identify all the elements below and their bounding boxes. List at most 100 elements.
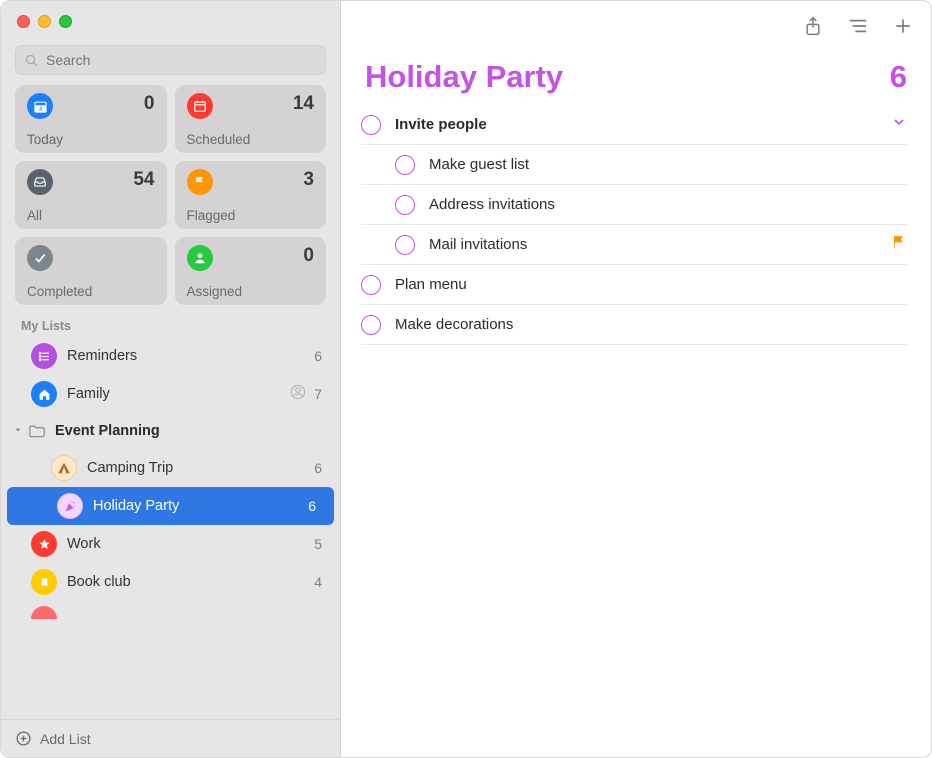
smart-card-scheduled-label: Scheduled	[187, 132, 315, 147]
bookmark-icon	[31, 569, 57, 595]
close-window-button[interactable]	[17, 15, 30, 28]
sidebar-item-label: Camping Trip	[87, 460, 314, 476]
app-window: 3 0 Today 14 Scheduled	[0, 0, 932, 758]
shared-icon	[290, 384, 306, 404]
sidebar: 3 0 Today 14 Scheduled	[1, 1, 341, 757]
reminder-row[interactable]: Make decorations	[361, 305, 907, 345]
house-icon	[31, 381, 57, 407]
checkmark-icon	[27, 245, 53, 271]
complete-toggle[interactable]	[395, 195, 415, 215]
smart-list-cards: 3 0 Today 14 Scheduled	[1, 85, 340, 305]
window-controls	[1, 1, 340, 39]
tent-icon	[51, 455, 77, 481]
sidebar-item-partial	[1, 601, 340, 619]
smart-card-flagged[interactable]: 3 Flagged	[175, 161, 327, 229]
smart-card-assigned-label: Assigned	[187, 284, 315, 299]
smart-card-assigned[interactable]: 0 Assigned	[175, 237, 327, 305]
share-button[interactable]	[803, 15, 823, 37]
complete-toggle[interactable]	[361, 275, 381, 295]
list-bullet-icon	[31, 343, 57, 369]
chevron-down-icon[interactable]	[891, 114, 907, 135]
sidebar-item-label: Reminders	[67, 348, 314, 364]
reminder-row[interactable]: Mail invitations	[361, 225, 907, 265]
sidebar-item-label: Work	[67, 536, 314, 552]
main-panel: Holiday Party 6 Invite people Make guest…	[341, 1, 931, 757]
plus-icon	[893, 16, 913, 36]
lists-area: Reminders 6 Family 7 E	[1, 337, 340, 719]
smart-card-scheduled[interactable]: 14 Scheduled	[175, 85, 327, 153]
list-header: Holiday Party 6	[341, 51, 931, 99]
sidebar-item-count: 6	[314, 348, 322, 364]
smart-card-flagged-label: Flagged	[187, 208, 315, 223]
sidebar-item-count: 4	[314, 574, 322, 590]
reminder-row[interactable]: Plan menu	[361, 265, 907, 305]
sidebar-item-count: 6	[308, 498, 316, 514]
reminder-title: Make guest list	[429, 156, 907, 173]
smart-card-flagged-count: 3	[303, 169, 314, 191]
sidebar-item-count: 5	[314, 536, 322, 552]
sidebar-item-count: 7	[314, 386, 322, 402]
sidebar-item-book-club[interactable]: Book club 4	[1, 563, 340, 601]
complete-toggle[interactable]	[361, 115, 381, 135]
toolbar	[341, 1, 931, 51]
smart-card-all-label: All	[27, 208, 155, 223]
smart-card-completed[interactable]: Completed	[15, 237, 167, 305]
sidebar-item-count: 6	[314, 460, 322, 476]
calendar-icon	[187, 93, 213, 119]
list-title: Holiday Party	[365, 59, 563, 95]
sidebar-item-holiday-party[interactable]: Holiday Party 6	[7, 487, 334, 525]
flag-icon	[187, 169, 213, 195]
reminder-title: Address invitations	[429, 196, 907, 213]
sidebar-item-family[interactable]: Family 7	[1, 375, 340, 413]
reminder-row[interactable]: Address invitations	[361, 185, 907, 225]
add-list-button[interactable]: Add List	[1, 719, 340, 757]
flag-icon	[891, 234, 907, 255]
smart-card-all[interactable]: 54 All	[15, 161, 167, 229]
reminder-row[interactable]: Make guest list	[361, 145, 907, 185]
minimize-window-button[interactable]	[38, 15, 51, 28]
add-list-label: Add List	[40, 731, 91, 747]
search-icon	[24, 53, 39, 68]
search-input[interactable]	[44, 51, 317, 69]
list-lines-icon	[847, 17, 869, 35]
reminder-row[interactable]: Invite people	[361, 105, 907, 145]
search-field[interactable]	[15, 45, 326, 75]
party-popper-icon	[57, 493, 83, 519]
fullscreen-window-button[interactable]	[59, 15, 72, 28]
complete-toggle[interactable]	[395, 235, 415, 255]
reminders-list: Invite people Make guest list Address in…	[341, 99, 931, 345]
add-reminder-button[interactable]	[893, 16, 913, 36]
smart-card-assigned-count: 0	[303, 245, 314, 267]
person-icon	[187, 245, 213, 271]
smart-card-today-label: Today	[27, 132, 155, 147]
smart-card-scheduled-count: 14	[293, 93, 314, 115]
smart-card-today[interactable]: 3 0 Today	[15, 85, 167, 153]
sidebar-item-label: Family	[67, 386, 290, 402]
sidebar-item-label: Book club	[67, 574, 314, 590]
sidebar-group-event-planning[interactable]: Event Planning	[1, 413, 340, 449]
smart-card-today-count: 0	[144, 93, 155, 115]
list-icon	[31, 606, 57, 619]
reminder-title: Plan menu	[395, 276, 907, 293]
list-count: 6	[890, 59, 907, 95]
smart-card-all-count: 54	[133, 169, 154, 191]
reminder-title: Make decorations	[395, 316, 907, 333]
folder-icon	[27, 423, 47, 439]
section-my-lists: My Lists	[1, 305, 340, 337]
svg-text:3: 3	[38, 106, 41, 112]
smart-card-completed-label: Completed	[27, 284, 155, 299]
view-options-button[interactable]	[847, 17, 869, 35]
share-icon	[803, 15, 823, 37]
sidebar-group-label: Event Planning	[55, 423, 160, 439]
sidebar-item-work[interactable]: Work 5	[1, 525, 340, 563]
plus-circle-icon	[15, 730, 32, 747]
reminder-title: Invite people	[395, 116, 891, 133]
complete-toggle[interactable]	[395, 155, 415, 175]
sidebar-item-camping-trip[interactable]: Camping Trip 6	[1, 449, 340, 487]
reminder-title: Mail invitations	[429, 236, 891, 253]
chevron-down-icon	[11, 424, 25, 438]
tray-icon	[27, 169, 53, 195]
calendar-today-icon: 3	[27, 93, 53, 119]
sidebar-item-reminders[interactable]: Reminders 6	[1, 337, 340, 375]
complete-toggle[interactable]	[361, 315, 381, 335]
